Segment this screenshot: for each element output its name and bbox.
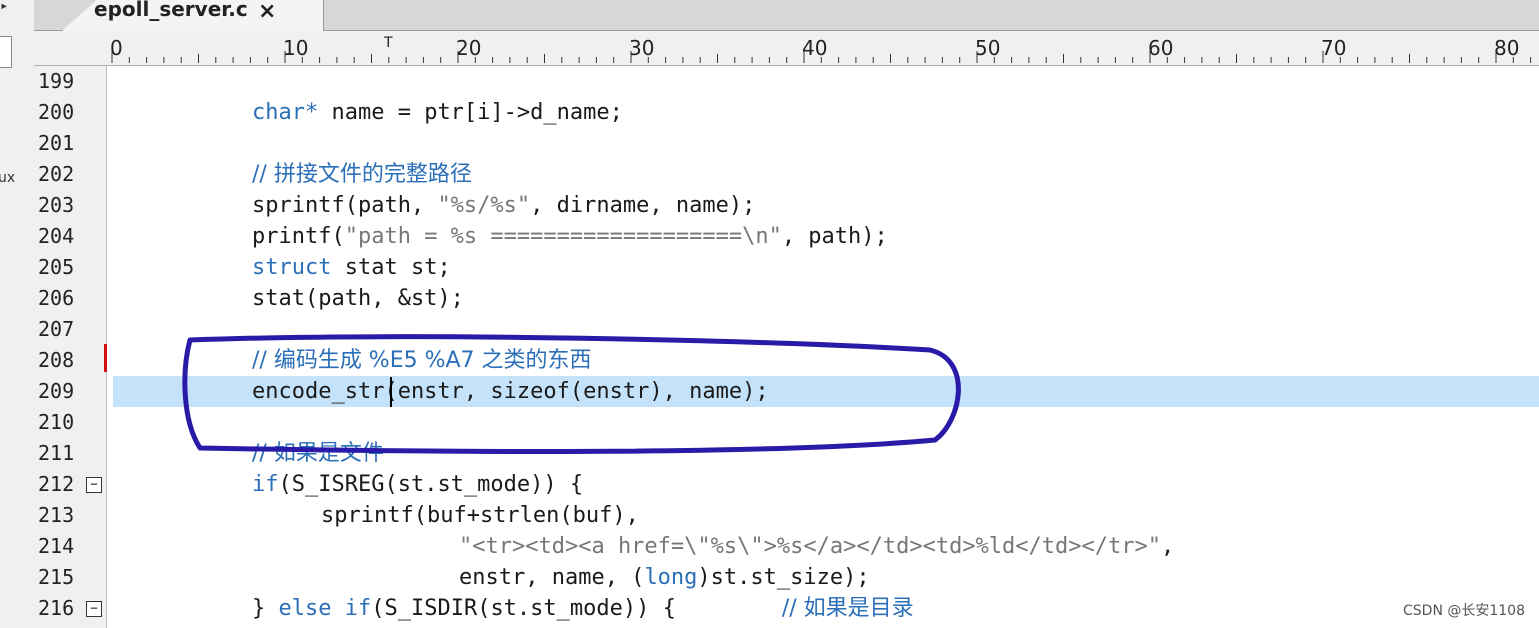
code-text: , dirname, name);: [530, 193, 756, 218]
code-line-202[interactable]: // 拼接文件的完整路径: [252, 159, 472, 190]
ruler-label: 0: [110, 36, 123, 60]
ruler-graphic: 0 10 20 30 40 50 60 70 80 T: [110, 35, 1532, 63]
fold-collapse-icon[interactable]: −: [86, 477, 102, 493]
ruler-label: 30: [629, 36, 654, 60]
ruler-labels: 0 10 20 30 40 50 60 70 80: [110, 36, 1519, 60]
code-text: stat st;: [331, 255, 451, 280]
code-line-206[interactable]: stat(path, &st);: [252, 283, 464, 314]
line-number: 201: [38, 131, 75, 155]
code-line-214[interactable]: "<tr><td><a href=\"%s\">%s</a></td><td>%…: [459, 531, 1174, 562]
code-keyword: if: [252, 472, 279, 497]
line-number: 208: [38, 348, 75, 372]
text-cursor: [390, 377, 392, 407]
fold-collapse-icon[interactable]: −: [86, 601, 102, 617]
code-comment: // 拼接文件的完整路径: [252, 162, 472, 187]
line-number-gutter: 199 200 201 202 203 204 205 206 207 208 209 210 211 2…: [34, 66, 107, 628]
ruler-label: 10: [283, 36, 308, 60]
code-text: sprintf(buf+strlen(buf),: [321, 503, 639, 528]
panel-scroll-box[interactable]: [0, 36, 12, 68]
line-number: 206: [38, 286, 75, 310]
code-keyword: struct: [252, 255, 332, 280]
line-number: 209: [38, 379, 75, 403]
code-text: (S_ISDIR(st.st_mode)) {: [371, 596, 676, 621]
line-number: 211: [38, 441, 75, 465]
line-number: 202: [38, 162, 75, 186]
left-side-panel: ▸ ux: [0, 0, 35, 628]
line-number: 204: [38, 224, 75, 248]
ruler-label: 20: [456, 36, 481, 60]
line-number: 212: [38, 472, 75, 496]
tab-bar: epoll_server.c ×: [34, 0, 1539, 31]
code-string: "<tr><td><a href=\"%s\">%s</a></td><td>%…: [459, 534, 1161, 559]
code-text: sprintf(path,: [252, 193, 438, 218]
column-ruler: 0 10 20 30 40 50 60 70 80 T: [34, 31, 1539, 66]
code-line-200[interactable]: char* name = ptr[i]->d_name;: [252, 97, 623, 128]
code-keyword: if: [344, 596, 372, 621]
expand-arrow-icon[interactable]: ▸: [0, 0, 20, 20]
ruler-label: 40: [802, 36, 827, 60]
ruler-label: 80: [1494, 36, 1519, 60]
file-tab-title[interactable]: epoll_server.c: [94, 0, 248, 21]
code-comment: // 编码生成 %E5 %A7 之类的东西: [252, 348, 592, 373]
code-keyword: long: [644, 565, 698, 590]
code-keyword: char*: [252, 100, 319, 125]
code-editor[interactable]: char* name = ptr[i]->d_name; // 拼接文件的完整路…: [107, 66, 1539, 628]
code-spacer: [676, 596, 782, 621]
code-keyword: else: [278, 596, 332, 621]
watermark: CSDN @长安1108: [1403, 603, 1525, 619]
ruler-label: 50: [975, 36, 1000, 60]
ruler-label: 70: [1321, 36, 1346, 60]
panel-partial-label: ux: [0, 170, 16, 186]
code-text: stat(path, &st);: [252, 286, 464, 311]
code-line-212[interactable]: if(S_ISREG(st.st_mode)) {: [252, 469, 583, 500]
code-line-215[interactable]: enstr, name, (long)st.st_size);: [459, 562, 870, 593]
code-text: , path);: [781, 224, 888, 249]
code-string: "path = %s ===================\n": [344, 224, 782, 249]
line-number: 216: [38, 596, 75, 620]
code-line-205[interactable]: struct stat st;: [252, 252, 451, 283]
line-number: 213: [38, 503, 75, 527]
code-string: "%s/%s": [437, 193, 531, 218]
code-text: name = ptr[i]->d_name;: [318, 100, 623, 125]
code-text: }: [252, 596, 279, 621]
line-number: 214: [38, 534, 75, 558]
code-line-204[interactable]: printf("path = %s ===================\n"…: [252, 221, 888, 252]
line-number: 200: [38, 100, 75, 124]
code-text: encode_str(enstr, sizeof(enstr), name);: [252, 379, 769, 404]
code-text: )st.st_size);: [697, 565, 870, 590]
code-line-203[interactable]: sprintf(path, "%s/%s", dirname, name);: [252, 190, 755, 221]
code-line-216[interactable]: } else if(S_ISDIR(st.st_mode)) { // 如果是目…: [252, 593, 914, 624]
code-text: enstr, name, (: [459, 565, 645, 590]
ruler-caret-marker: T: [383, 35, 393, 51]
code-line-209[interactable]: encode_str(enstr, sizeof(enstr), name);: [252, 376, 769, 407]
line-number: 215: [38, 565, 75, 589]
close-tab-icon[interactable]: ×: [258, 0, 276, 24]
code-line-208[interactable]: // 编码生成 %E5 %A7 之类的东西: [252, 345, 592, 376]
code-text: printf(: [252, 224, 345, 249]
code-comment: // 如果是目录: [781, 596, 914, 621]
code-text: (S_ISREG(st.st_mode)) {: [278, 472, 584, 497]
code-text: ,: [1161, 534, 1175, 559]
ruler-label: 60: [1148, 36, 1173, 60]
code-comment: // 如果是文件: [252, 441, 384, 466]
code-line-213[interactable]: sprintf(buf+strlen(buf),: [321, 500, 639, 531]
line-number: 207: [38, 317, 75, 341]
line-number: 210: [38, 410, 75, 434]
line-number: 203: [38, 193, 75, 217]
code-line-211[interactable]: // 如果是文件: [252, 438, 384, 469]
line-number: 205: [38, 255, 75, 279]
line-number: 199: [38, 69, 75, 93]
